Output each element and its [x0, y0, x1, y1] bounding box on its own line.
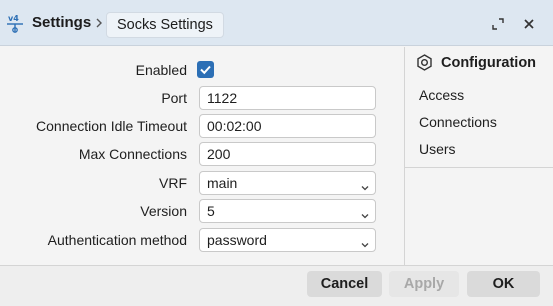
socks-proxy-icon: v4: [6, 12, 24, 34]
vrf-select-value: main: [207, 175, 238, 191]
cancel-button[interactable]: Cancel: [307, 271, 382, 297]
max-connections-label: Max Connections: [78, 146, 187, 162]
version-label: Version: [140, 203, 187, 219]
version-row: Version 5: [0, 199, 404, 223]
max-connections-row: Max Connections: [0, 142, 404, 166]
title-bar: v4 Settings Socks Settings: [0, 0, 553, 46]
expand-icon[interactable]: [489, 15, 507, 33]
breadcrumb-socks-settings: Socks Settings: [106, 12, 224, 38]
auth-method-select[interactable]: password: [199, 228, 376, 252]
enabled-row: Enabled: [0, 58, 404, 82]
apply-button[interactable]: Apply: [389, 271, 459, 297]
chevron-right-icon: [95, 16, 103, 28]
side-item-connections[interactable]: Connections: [419, 114, 497, 130]
chevron-down-icon: [361, 236, 369, 248]
side-item-access[interactable]: Access: [419, 87, 464, 103]
breadcrumb-settings[interactable]: Settings: [32, 14, 91, 31]
enabled-checkbox[interactable]: [197, 61, 214, 78]
port-row: Port: [0, 86, 404, 110]
chevron-down-icon: [361, 179, 369, 191]
check-icon: [200, 65, 211, 75]
side-item-users[interactable]: Users: [419, 141, 456, 157]
settings-window: v4 Settings Socks Settings Enabled Port …: [0, 0, 553, 306]
ok-button[interactable]: OK: [467, 271, 540, 297]
max-connections-input[interactable]: [199, 142, 376, 166]
auth-method-label: Authentication method: [47, 232, 187, 248]
configuration-panel: Configuration Access Connections Users: [404, 47, 553, 265]
dialog-footer: Cancel Apply OK: [0, 265, 553, 306]
hexagon-settings-icon: [416, 54, 433, 71]
version-select[interactable]: 5: [199, 199, 376, 223]
vrf-label: VRF: [159, 175, 187, 191]
idle-timeout-row: Connection Idle Timeout: [0, 114, 404, 138]
configuration-header: Configuration: [405, 47, 553, 77]
port-input[interactable]: [199, 86, 376, 110]
settings-form: Enabled Port Connection Idle Timeout Max…: [0, 47, 404, 265]
side-divider: [405, 167, 553, 168]
idle-timeout-label: Connection Idle Timeout: [36, 118, 187, 134]
enabled-label: Enabled: [135, 62, 187, 78]
idle-timeout-input[interactable]: [199, 114, 376, 138]
auth-method-select-value: password: [207, 232, 267, 248]
version-select-value: 5: [207, 203, 215, 219]
port-label: Port: [161, 90, 187, 106]
close-icon[interactable]: [520, 15, 538, 33]
svg-text:v4: v4: [8, 14, 19, 23]
vrf-row: VRF main: [0, 171, 404, 195]
chevron-down-icon: [361, 207, 369, 219]
auth-method-row: Authentication method password: [0, 228, 404, 252]
configuration-title: Configuration: [441, 55, 537, 71]
vrf-select[interactable]: main: [199, 171, 376, 195]
